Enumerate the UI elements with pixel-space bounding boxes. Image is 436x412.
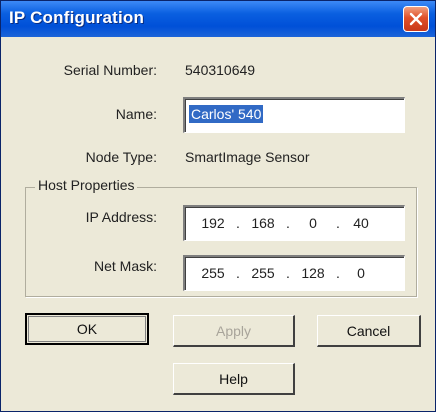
net-mask-label: Net Mask: bbox=[93, 258, 157, 274]
host-properties-title: Host Properties bbox=[35, 177, 138, 193]
cancel-button[interactable]: Cancel bbox=[317, 315, 421, 347]
ip-octet-3[interactable]: 0 bbox=[295, 215, 331, 231]
node-type-label: Node Type: bbox=[85, 149, 157, 165]
mask-octet-4[interactable]: 0 bbox=[343, 265, 379, 281]
ip-separator-dot: . bbox=[286, 215, 290, 231]
serial-number-value: 540310649 bbox=[185, 62, 256, 78]
mask-separator-dot: . bbox=[236, 265, 240, 281]
ip-configuration-dialog: IP Configuration Serial Number: 54031064… bbox=[0, 0, 436, 412]
net-mask-input[interactable]: 255 . 255 . 128 . 0 bbox=[183, 255, 405, 291]
serial-number-label: Serial Number: bbox=[63, 62, 157, 78]
ip-address-label: IP Address: bbox=[85, 209, 157, 225]
mask-octet-2[interactable]: 255 bbox=[245, 265, 281, 281]
title-bar[interactable]: IP Configuration bbox=[1, 1, 435, 37]
close-icon bbox=[409, 12, 423, 26]
ip-separator-dot: . bbox=[236, 215, 240, 231]
window-title: IP Configuration bbox=[9, 8, 145, 27]
ip-address-input[interactable]: 192 . 168 . 0 . 40 bbox=[183, 205, 405, 241]
close-button[interactable] bbox=[403, 6, 429, 32]
ip-octet-2[interactable]: 168 bbox=[245, 215, 281, 231]
ip-octet-1[interactable]: 192 bbox=[195, 215, 231, 231]
ok-button[interactable]: OK bbox=[25, 313, 149, 345]
mask-octet-3[interactable]: 128 bbox=[295, 265, 331, 281]
apply-button[interactable]: Apply bbox=[173, 315, 295, 347]
name-input-value: Carlos' 540 bbox=[189, 105, 264, 123]
node-type-value: SmartImage Sensor bbox=[185, 149, 310, 165]
mask-octet-1[interactable]: 255 bbox=[195, 265, 231, 281]
name-input[interactable]: Carlos' 540 bbox=[183, 97, 405, 133]
name-label: Name: bbox=[115, 106, 157, 122]
mask-separator-dot: . bbox=[336, 265, 340, 281]
ip-separator-dot: . bbox=[336, 215, 340, 231]
ip-octet-4[interactable]: 40 bbox=[343, 215, 379, 231]
mask-separator-dot: . bbox=[286, 265, 290, 281]
help-button[interactable]: Help bbox=[173, 363, 295, 395]
